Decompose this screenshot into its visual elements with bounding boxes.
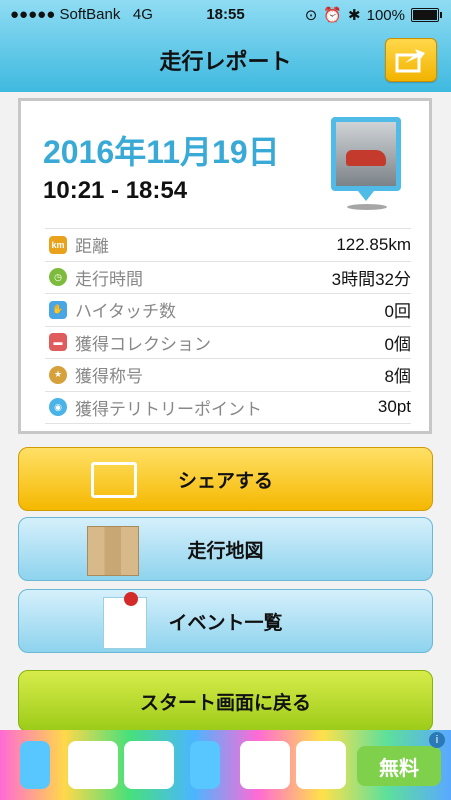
event-list-label: イベント一覧	[168, 612, 283, 634]
ad-banner[interactable]: 無料 i	[0, 730, 451, 800]
car-photo	[336, 122, 396, 186]
ad-app-icon[interactable]	[296, 741, 346, 789]
app-header: ●●●●● SoftBank 4G 18:55 ⊙ ⏰ ✱ 100% 走行レポー…	[0, 0, 451, 92]
share-arrow-icon	[395, 49, 425, 73]
battery-icon	[411, 8, 442, 22]
stat-value: 30pt	[377, 397, 411, 417]
stat-row-titles: ★ 獲得称号 8個	[45, 358, 411, 391]
driving-map-label: 走行地図	[187, 540, 264, 562]
memo-pin-icon	[103, 592, 147, 649]
stat-row-driving-time: ◷ 走行時間 3時間32分	[45, 260, 411, 294]
page-title: 走行レポート	[159, 49, 292, 74]
stat-row-distance: km 距離 122.85km	[45, 228, 411, 261]
ad-info-icon[interactable]: i	[429, 732, 445, 748]
ad-tile[interactable]	[20, 741, 50, 789]
driving-map-button[interactable]: 走行地図	[18, 517, 433, 581]
ad-free-button[interactable]: 無料	[357, 746, 441, 786]
back-to-start-button[interactable]: スタート画面に戻る	[18, 670, 433, 732]
alarm-icon: ⏰	[323, 7, 343, 24]
hand-icon: ✋	[49, 300, 67, 319]
bluetooth-icon: ✱	[348, 7, 361, 24]
ad-tile[interactable]	[190, 741, 220, 789]
stat-value: 8個	[384, 367, 411, 387]
share-button[interactable]: シェアする	[18, 447, 433, 511]
title-medal-icon: ★	[49, 365, 67, 384]
ad-app-icon[interactable]	[124, 741, 174, 789]
stat-row-territory: ◉ 獲得テリトリーポイント 30pt	[45, 390, 411, 424]
stat-value: 122.85km	[336, 234, 411, 254]
stat-label: 獲得テリトリーポイント	[75, 399, 262, 419]
stat-value: 3時間32分	[331, 269, 411, 289]
share-icon	[91, 462, 137, 498]
stat-row-high-touch: ✋ ハイタッチ数 0回	[45, 293, 411, 326]
stat-label: 獲得称号	[75, 367, 143, 387]
car-collection-icon: ▬	[49, 333, 67, 352]
share-button-label: シェアする	[177, 470, 273, 492]
car-photo-pin[interactable]	[331, 117, 401, 201]
stat-row-collection: ▬ 獲得コレクション 0個	[45, 325, 411, 359]
share-top-button[interactable]	[385, 38, 437, 82]
clock-icon: ◷	[49, 268, 67, 287]
report-time-range: 10:21 - 18:54	[43, 177, 188, 204]
status-right: ⊙ ⏰ ✱ 100%	[304, 6, 442, 24]
stat-label: 獲得コレクション	[75, 334, 211, 354]
stat-label: 走行時間	[75, 269, 143, 289]
event-list-button[interactable]: イベント一覧	[18, 589, 433, 653]
stats-list: km 距離 122.85km ◷ 走行時間 3時間32分 ✋ ハイタッチ数 0回…	[45, 228, 411, 424]
ad-app-icon[interactable]	[240, 741, 290, 789]
back-to-start-label: スタート画面に戻る	[139, 692, 311, 714]
rotation-lock-icon: ⊙	[304, 7, 318, 24]
territory-icon: ◉	[49, 398, 67, 417]
stat-label: ハイタッチ数	[75, 302, 176, 322]
car-icon	[346, 150, 386, 166]
stat-value: 0個	[384, 334, 411, 354]
stat-value: 0回	[384, 302, 411, 322]
report-card: 2016年11月19日 10:21 - 18:54 km 距離 122.85km…	[18, 98, 432, 434]
ad-app-icon[interactable]	[68, 741, 118, 789]
km-icon: km	[49, 235, 67, 254]
stat-label: 距離	[75, 237, 109, 257]
map-icon	[87, 526, 139, 576]
report-date: 2016年11月19日	[43, 134, 280, 170]
battery-percent: 100%	[366, 6, 405, 24]
status-bar: ●●●●● SoftBank 4G 18:55 ⊙ ⏰ ✱ 100%	[0, 0, 451, 30]
pin-shadow	[347, 204, 387, 210]
